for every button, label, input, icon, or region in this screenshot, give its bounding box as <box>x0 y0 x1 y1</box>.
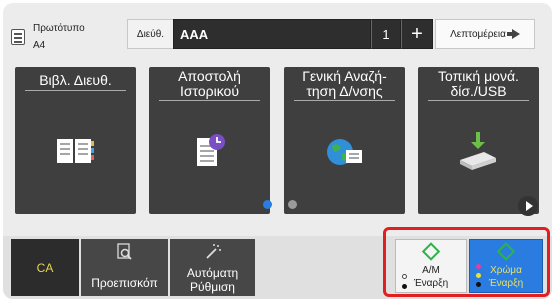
bw-start-label: Α/Μ <box>422 265 440 276</box>
tile-label: Τοπική μονά. <box>438 68 519 84</box>
tile-global-address-search[interactable]: Γενική Αναζή- τηση Δ/νσης <box>284 67 405 214</box>
bw-start-button[interactable]: Α/Μ Έναρξη <box>395 239 467 293</box>
page-indicator[interactable] <box>288 200 297 209</box>
color-start-label: Έναρξη <box>488 278 524 289</box>
tile-label: τηση Δ/νσης <box>306 83 383 99</box>
globe-search-icon <box>327 139 362 165</box>
tile-label: δίσ./USB <box>450 83 507 99</box>
original-label: Πρωτότυπο <box>33 23 85 34</box>
bw-start-label: Έναρξη <box>413 278 449 289</box>
preview-magnifier-icon <box>116 243 132 260</box>
start-diamond-icon <box>421 242 441 261</box>
tile-send-history[interactable]: Αποστολή Ιστορικού <box>149 67 270 214</box>
tile-label: Αποστολή <box>178 68 241 84</box>
details-button[interactable]: Λεπτομέρεια <box>435 19 535 49</box>
color-start-label: Χρώμα <box>490 265 522 276</box>
page-indicator-active <box>263 200 272 209</box>
usb-drive-icon <box>460 132 496 170</box>
address-field[interactable]: AAA <box>173 19 371 49</box>
address-book-icon <box>57 139 94 163</box>
details-label: Λεπτομέρεια <box>450 28 506 40</box>
tile-local-drive-usb[interactable]: Τοπική μονά. δίσ./USB <box>418 67 539 214</box>
start-diamond-icon <box>496 242 516 261</box>
auto-setting-label: Αυτόματη <box>186 266 239 280</box>
arrow-right-icon <box>506 29 520 39</box>
next-page-button[interactable] <box>518 196 538 216</box>
touch-panel-screen: Πρωτότυπο A4 Διεύθ. AAA 1 + Λεπτομέρεια … <box>3 3 552 299</box>
original-document-icon <box>11 29 25 45</box>
history-document-icon <box>197 134 225 166</box>
color-start-button[interactable]: Χρώμα Έναρξη <box>469 239 543 293</box>
tile-address-book[interactable]: Βιβλ. Διευθ. <box>15 67 136 214</box>
address-label: Διεύθ. <box>127 19 173 49</box>
address-bar: Διεύθ. AAA 1 + Λεπτομέρεια <box>127 19 547 49</box>
tile-label: Βιβλ. Διευθ. <box>39 72 112 88</box>
tile-label: Ιστορικού <box>180 83 239 99</box>
preview-button[interactable]: Προεπισκόπ <box>81 239 168 296</box>
clear-all-button[interactable]: CA <box>11 239 79 296</box>
add-address-button[interactable]: + <box>401 19 433 49</box>
preview-label: Προεπισκόπ <box>91 276 158 290</box>
magic-wand-icon <box>205 244 221 259</box>
auto-setting-label: Ρύθμιση <box>190 280 235 294</box>
tile-label: Γενική Αναζή- <box>302 68 387 84</box>
original-size-button[interactable]: Πρωτότυπο A4 <box>11 19 121 55</box>
original-size-value: A4 <box>33 40 46 51</box>
address-count: 1 <box>371 19 401 49</box>
auto-setting-button[interactable]: Αυτόματη Ρύθμιση <box>170 239 255 296</box>
